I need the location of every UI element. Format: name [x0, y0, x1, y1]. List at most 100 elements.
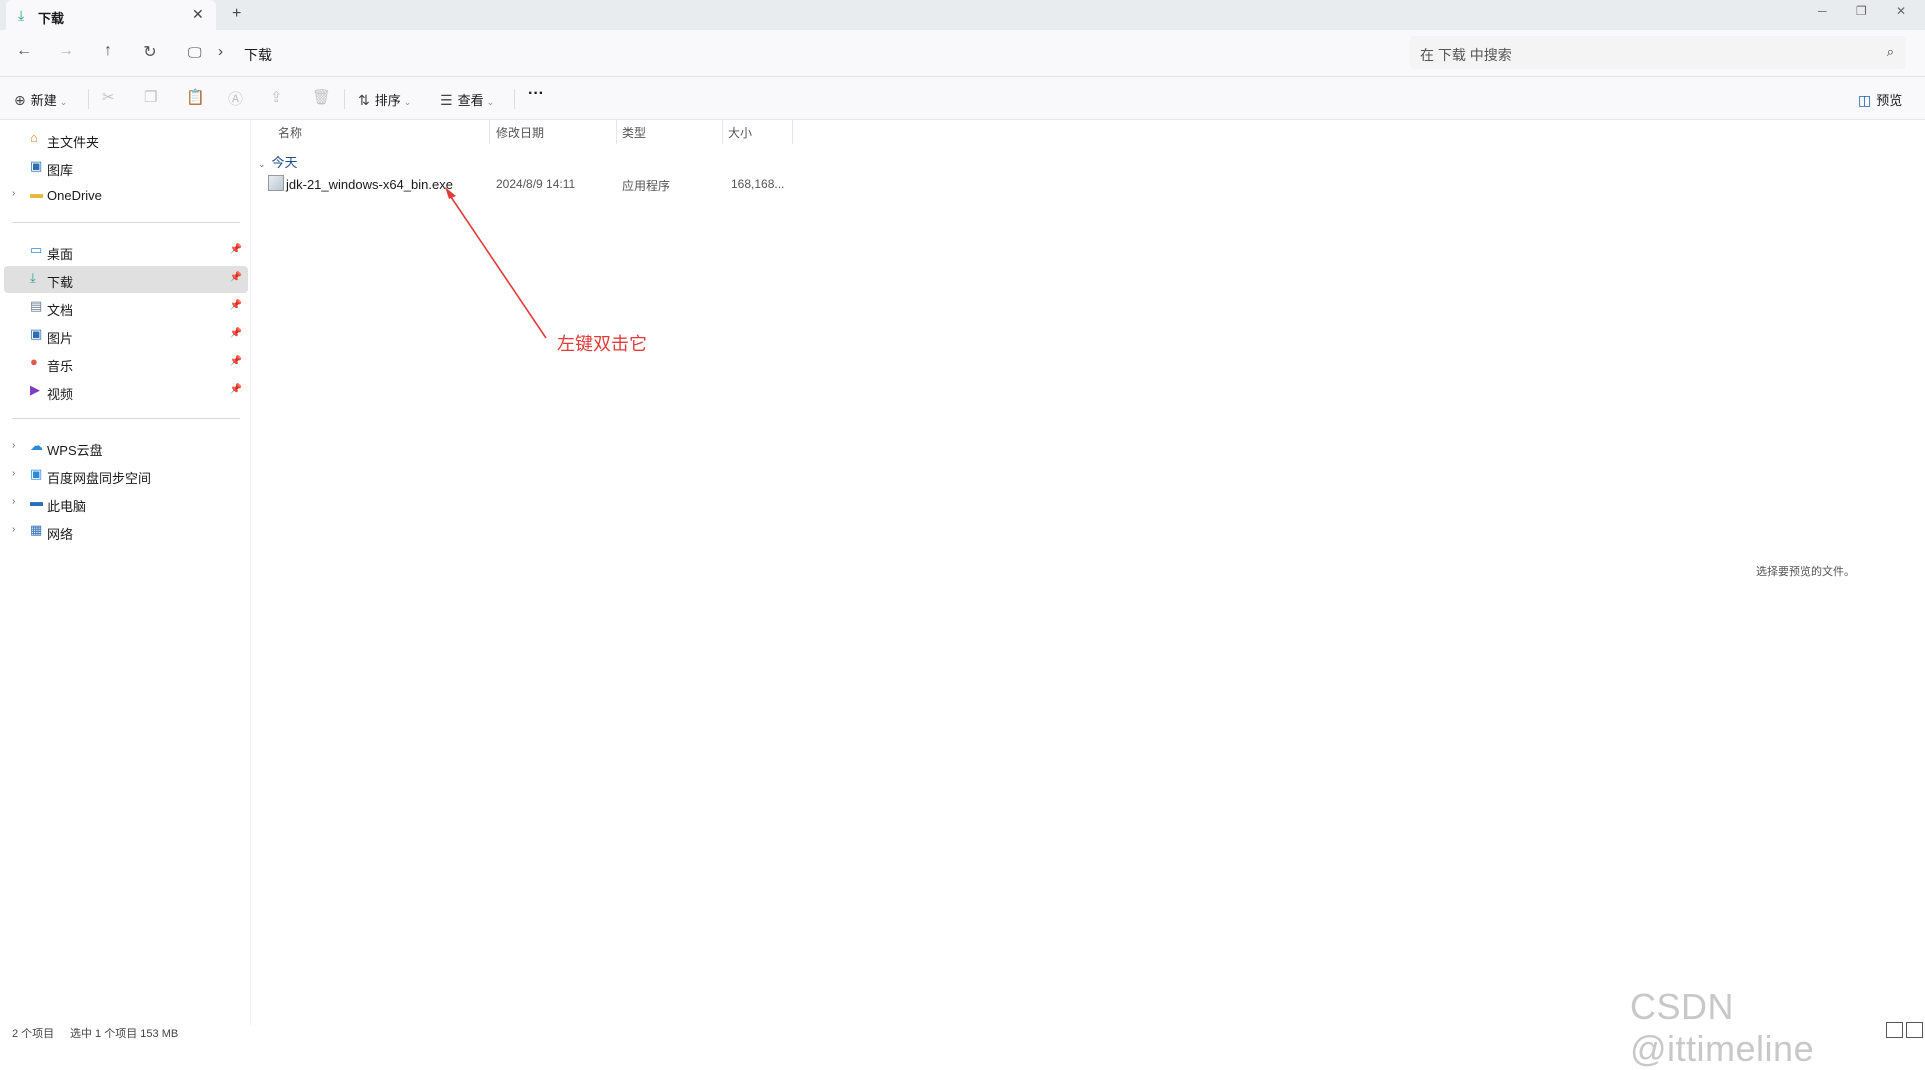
annotation-arrow: [445, 187, 547, 339]
column-header-size[interactable]: 大小: [728, 124, 752, 141]
delete-icon[interactable]: 🗑: [312, 88, 331, 106]
annotation-text: 左键双击它: [557, 334, 647, 354]
cut-icon[interactable]: ✂: [102, 88, 115, 106]
toolbar-divider: [88, 89, 89, 109]
sidebar-item-music[interactable]: ● 音乐 📌: [4, 350, 248, 377]
file-size: 168,168...: [731, 177, 785, 191]
tiles-view-icon[interactable]: .: [1906, 1022, 1923, 1038]
sidebar-item-network[interactable]: › ▦ 网络: [4, 518, 248, 545]
gallery-icon: ▣: [30, 158, 43, 173]
group-header-today[interactable]: ⌄ 今天: [258, 152, 298, 171]
tab-bar: ⤓ 下载 ✕ + ─ ❐ ✕: [0, 0, 1925, 30]
new-tab-button[interactable]: +: [232, 5, 241, 23]
copy-icon[interactable]: ❐: [144, 88, 157, 106]
sidebar-item-home[interactable]: ⌂ 主文件夹: [4, 126, 248, 153]
sidebar-item-label: OneDrive: [47, 188, 102, 203]
view-button[interactable]: ☰ 查看 ⌄: [440, 90, 494, 109]
sidebar-item-baidu-sync[interactable]: › ▣ 百度网盘同步空间: [4, 462, 248, 489]
exe-file-icon: .: [268, 175, 284, 191]
column-header-type[interactable]: 类型: [622, 124, 646, 141]
column-header-date[interactable]: 修改日期: [496, 124, 544, 141]
restore-button[interactable]: ❐: [1856, 4, 1867, 18]
chevron-right-icon[interactable]: ›: [12, 524, 15, 535]
chevron-right-icon[interactable]: ›: [12, 188, 15, 199]
new-button[interactable]: ⊕ 新建 ⌄: [14, 90, 67, 109]
sidebar-item-label: 音乐: [47, 359, 74, 374]
chevron-down-icon: ⌄: [59, 97, 68, 107]
more-options-button[interactable]: ···: [528, 85, 544, 103]
breadcrumb[interactable]: 下载: [244, 45, 272, 65]
pin-icon[interactable]: 📌: [230, 244, 242, 255]
pin-icon[interactable]: 📌: [230, 272, 242, 283]
column-divider[interactable]: [489, 120, 490, 144]
command-bar: ⊕ 新建 ⌄ ✂ ❐ 📋 Ⓐ ⇪ 🗑 ⇅ 排序 ⌄ ☰ 查看 ⌄ ··· ◫ 预览: [0, 77, 1925, 120]
status-selection: 选中 1 个项目 153 MB: [70, 1028, 179, 1040]
share-icon[interactable]: ⇪: [270, 88, 283, 106]
pin-icon[interactable]: 📌: [230, 328, 242, 339]
sidebar-divider: [12, 222, 240, 223]
file-name: jdk-21_windows-x64_bin.exe: [286, 177, 453, 192]
sidebar-divider: [12, 418, 240, 419]
pin-icon[interactable]: 📌: [230, 356, 242, 367]
column-header-name[interactable]: 名称: [278, 124, 302, 141]
minimize-button[interactable]: ─: [1818, 4, 1827, 18]
sidebar-item-wps-cloud[interactable]: › ☁ WPS云盘: [4, 434, 248, 461]
sidebar-item-label: 视频: [47, 387, 74, 402]
computer-icon: 🖵: [188, 44, 202, 60]
column-divider[interactable]: [616, 120, 617, 144]
sidebar-item-downloads[interactable]: ⤓ 下载 📌: [4, 266, 248, 293]
tab-title: 下载: [38, 11, 65, 26]
sidebar-item-label: 下载: [47, 275, 74, 290]
pin-icon[interactable]: 📌: [230, 384, 242, 395]
cloud-icon: ☁: [30, 438, 43, 453]
computer-icon: ▬: [30, 494, 43, 509]
rename-icon[interactable]: Ⓐ: [228, 88, 243, 109]
pin-icon[interactable]: 📌: [230, 300, 242, 311]
tab-downloads[interactable]: ⤓ 下载 ✕: [6, 0, 216, 30]
watermark: CSDN @ittimeline: [1630, 986, 1815, 1069]
view-label: 查看: [457, 93, 484, 108]
sidebar-item-label: 此电脑: [47, 499, 87, 514]
video-icon: ▶: [30, 382, 40, 397]
chevron-right-icon[interactable]: ›: [12, 440, 15, 451]
sort-button[interactable]: ⇅ 排序 ⌄: [358, 90, 411, 109]
forward-button[interactable]: →: [56, 42, 76, 60]
sidebar-item-gallery[interactable]: ▣ 图库: [4, 154, 248, 181]
annotation-arrow-line: [448, 193, 547, 339]
sort-label: 排序: [374, 93, 401, 108]
sidebar-item-label: 网络: [47, 527, 74, 542]
document-icon: ▤: [30, 298, 43, 313]
chevron-down-icon[interactable]: ⌄: [258, 159, 266, 169]
view-list-icon: ☰: [440, 92, 453, 108]
search-icon[interactable]: ⌕: [1887, 44, 1894, 60]
chevron-right-icon[interactable]: ›: [218, 43, 223, 60]
refresh-button[interactable]: ↻: [140, 42, 160, 62]
close-tab-icon[interactable]: ✕: [192, 6, 204, 23]
sidebar-item-documents[interactable]: ▤ 文档 📌: [4, 294, 248, 321]
address-bar[interactable]: 🖵 › 下载: [178, 36, 1394, 70]
preview-button[interactable]: ◫ 预览: [1858, 90, 1902, 109]
sidebar-item-label: 图库: [47, 163, 74, 178]
sidebar-item-videos[interactable]: ▶ 视频 📌: [4, 378, 248, 405]
file-type: 应用程序: [622, 179, 671, 193]
chevron-down-icon: ⌄: [486, 97, 495, 107]
sync-icon: ▣: [30, 466, 43, 481]
column-divider[interactable]: [792, 120, 793, 144]
sidebar-item-this-pc[interactable]: › ▬ 此电脑: [4, 490, 248, 517]
window-close-button[interactable]: ✕: [1896, 4, 1906, 18]
status-item-count: 2 个项目: [12, 1028, 55, 1040]
chevron-right-icon[interactable]: ›: [12, 496, 15, 507]
back-button[interactable]: ←: [14, 42, 34, 60]
paste-icon[interactable]: 📋: [186, 88, 205, 106]
navigation-bar: ← → ↑ ↻ 🖵 › 下载 在 下载 中搜索 ⌕: [0, 30, 1925, 77]
preview-label: 预览: [1876, 93, 1903, 108]
sidebar-item-pictures[interactable]: ▣ 图片 📌: [4, 322, 248, 349]
sidebar-item-label: 百度网盘同步空间: [47, 471, 152, 486]
search-input[interactable]: 在 下载 中搜索 ⌕: [1410, 36, 1906, 69]
sidebar-item-onedrive[interactable]: › ▬ OneDrive: [4, 182, 248, 209]
details-view-icon[interactable]: .: [1886, 1022, 1903, 1038]
sidebar-item-desktop[interactable]: ▭ 桌面 📌: [4, 238, 248, 265]
column-divider[interactable]: [722, 120, 723, 144]
up-button[interactable]: ↑: [98, 42, 118, 60]
chevron-right-icon[interactable]: ›: [12, 468, 15, 479]
